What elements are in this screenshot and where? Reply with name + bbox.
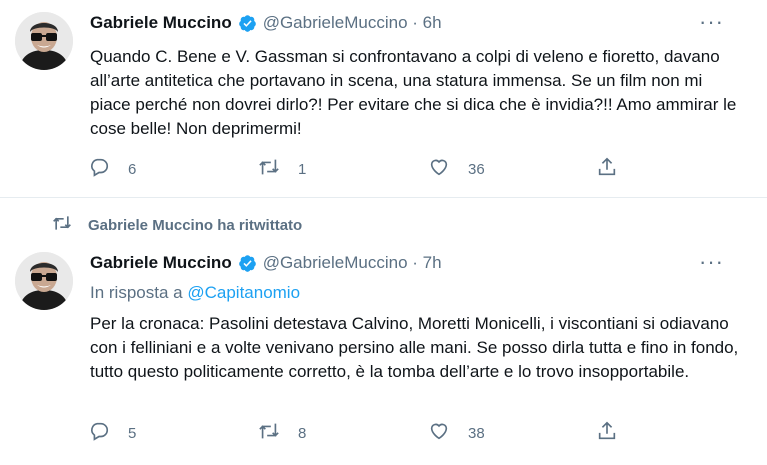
author-name[interactable]: Gabriele Muccino xyxy=(90,253,232,273)
more-options-icon[interactable]: ··· xyxy=(699,251,723,276)
verified-badge-icon xyxy=(238,254,257,273)
reply-count: 6 xyxy=(128,160,137,178)
tweet-text: Quando C. Bene e V. Gassman si confronta… xyxy=(90,47,737,138)
share-button[interactable] xyxy=(596,421,618,445)
like-icon xyxy=(428,156,450,182)
retweet-button[interactable]: 8 xyxy=(258,421,306,445)
tweet-actions: 6 1 36 xyxy=(88,157,648,181)
retweet-icon xyxy=(258,420,280,446)
like-count: 38 xyxy=(468,424,485,442)
like-button[interactable]: 36 xyxy=(428,157,485,181)
retweet-count: 1 xyxy=(298,160,307,178)
share-button[interactable] xyxy=(596,157,618,181)
reply-prefix: In risposta a xyxy=(90,283,183,302)
reply-icon xyxy=(88,156,110,182)
reply-button[interactable]: 5 xyxy=(88,421,136,445)
reply-icon xyxy=(88,420,110,446)
retweet-icon xyxy=(258,156,280,182)
like-count: 36 xyxy=(468,160,485,178)
tweet-header: Gabriele Muccino @GabrieleMuccino · 7h xyxy=(90,251,442,275)
retweet-button[interactable]: 1 xyxy=(258,157,306,181)
like-button[interactable]: 38 xyxy=(428,421,485,445)
share-icon xyxy=(596,420,618,446)
tweet[interactable]: Gabriele Muccino @GabrieleMuccino · 6h ·… xyxy=(0,0,767,198)
handle-and-time[interactable]: @GabrieleMuccino · 7h xyxy=(263,253,442,273)
retweet-count: 8 xyxy=(298,424,307,442)
more-options-icon[interactable]: ··· xyxy=(699,11,723,36)
share-icon xyxy=(596,156,618,182)
tweet[interactable]: Gabriele Muccino @GabrieleMuccino · 7h ·… xyxy=(0,198,767,465)
tweet-text: Per la cronaca: Pasolini detestava Calvi… xyxy=(90,314,739,381)
avatar[interactable] xyxy=(15,12,73,70)
handle-and-time[interactable]: @GabrieleMuccino · 6h xyxy=(263,13,442,33)
reply-context: In risposta a @Capitanomio xyxy=(90,283,300,303)
tweet-actions: 5 8 38 xyxy=(88,421,648,445)
like-icon xyxy=(428,420,450,446)
verified-badge-icon xyxy=(238,14,257,33)
reply-mention-link[interactable]: @Capitanomio xyxy=(187,283,300,302)
author-name[interactable]: Gabriele Muccino xyxy=(90,13,232,33)
tweet-header: Gabriele Muccino @GabrieleMuccino · 6h xyxy=(90,11,442,35)
reply-button[interactable]: 6 xyxy=(88,157,136,181)
reply-count: 5 xyxy=(128,424,137,442)
avatar[interactable] xyxy=(15,252,73,310)
